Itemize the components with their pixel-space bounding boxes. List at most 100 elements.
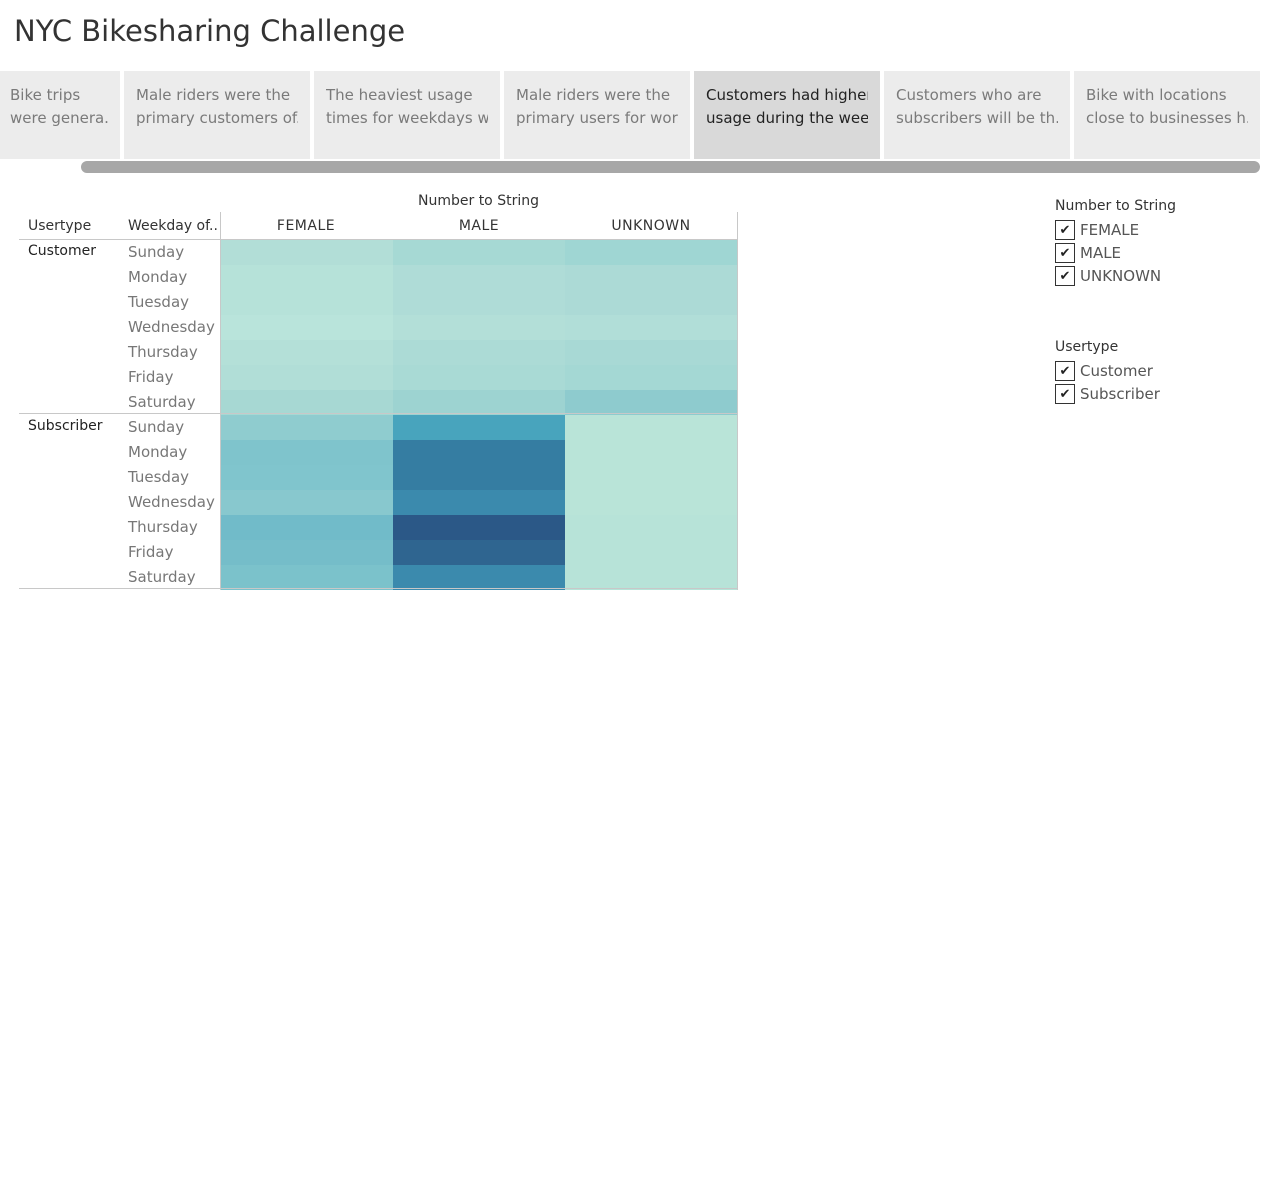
heatmap-cell-subscriber-tuesday-unknown[interactable] <box>565 465 737 490</box>
heatmap-cell-subscriber-monday-male[interactable] <box>393 440 565 465</box>
heatmap-cell-subscriber-thursday-unknown[interactable] <box>565 515 737 540</box>
heatmap-cell-subscriber-wednesday-female[interactable] <box>220 490 393 515</box>
filter-label: Customer <box>1080 362 1153 380</box>
heatmap-cell-subscriber-monday-unknown[interactable] <box>565 440 737 465</box>
column-field-title: Number to String <box>418 193 539 209</box>
weekday-label: Tuesday <box>128 468 190 486</box>
heatmap-cell-customer-tuesday-female[interactable] <box>220 290 393 315</box>
heatmap-cell-customer-monday-male[interactable] <box>393 265 565 290</box>
weekday-label: Sunday <box>128 418 185 436</box>
story-points-nav: Bike trips were genera.. Male riders wer… <box>0 71 1260 159</box>
weekday-label: Tuesday <box>128 293 190 311</box>
heatmap-cell-customer-saturday-female[interactable] <box>220 390 393 415</box>
heatmap-cell-subscriber-friday-male[interactable] <box>393 540 565 565</box>
weekday-label: Thursday <box>128 518 198 536</box>
heatmap-cell-subscriber-sunday-male[interactable] <box>393 415 565 440</box>
checkbox-checked-icon[interactable]: ✔ <box>1055 361 1075 381</box>
filter-item-customer[interactable]: ✔ Customer <box>1055 360 1153 382</box>
story-point-5-active[interactable]: Customers had higher usage during the we… <box>694 71 880 159</box>
story-point-text: Bike trips <box>10 86 81 104</box>
filter-label: UNKNOWN <box>1080 267 1162 285</box>
filter-title-gender: Number to String <box>1055 198 1176 214</box>
weekday-label: Sunday <box>128 243 185 261</box>
heatmap-cell-subscriber-tuesday-male[interactable] <box>393 465 565 490</box>
heatmap-cell-subscriber-sunday-female[interactable] <box>220 415 393 440</box>
story-scrollbar-thumb[interactable] <box>81 161 1260 173</box>
heatmap-cell-customer-wednesday-male[interactable] <box>393 315 565 340</box>
filter-item-subscriber[interactable]: ✔ Subscriber <box>1055 383 1160 405</box>
filter-item-unknown[interactable]: ✔ UNKNOWN <box>1055 265 1161 287</box>
header-divider <box>220 212 221 590</box>
checkbox-checked-icon[interactable]: ✔ <box>1055 384 1075 404</box>
story-point-text: Bike with locations <box>1086 86 1227 104</box>
checkbox-checked-icon[interactable]: ✔ <box>1055 266 1075 286</box>
story-point-4[interactable]: Male riders were the primary users for w… <box>504 71 690 159</box>
header-bottom-rule <box>19 239 738 240</box>
heatmap-cell-subscriber-thursday-female[interactable] <box>220 515 393 540</box>
row-group-subscriber[interactable]: Subscriber <box>28 418 103 434</box>
heatmap-cell-subscriber-friday-female[interactable] <box>220 540 393 565</box>
story-point-3[interactable]: The heaviest usage times for weekdays w.… <box>314 71 500 159</box>
heatmap-cell-subscriber-monday-female[interactable] <box>220 440 393 465</box>
heatmap-cell-customer-wednesday-unknown[interactable] <box>565 315 737 340</box>
heatmap-cell-subscriber-saturday-unknown[interactable] <box>565 565 737 590</box>
column-header-unknown[interactable]: UNKNOWN <box>565 218 737 234</box>
story-point-6[interactable]: Customers who are subscribers will be th… <box>884 71 1070 159</box>
filter-item-female[interactable]: ✔ FEMALE <box>1055 219 1139 241</box>
heatmap-cell-customer-thursday-unknown[interactable] <box>565 340 737 365</box>
column-header-male[interactable]: MALE <box>393 218 565 234</box>
story-point-text: close to businesses h.. <box>1086 109 1248 127</box>
heatmap-cell-customer-wednesday-female[interactable] <box>220 315 393 340</box>
story-point-7[interactable]: Bike with locations close to businesses … <box>1074 71 1260 159</box>
heatmap-cell-customer-tuesday-unknown[interactable] <box>565 290 737 315</box>
heatmap-cell-customer-saturday-unknown[interactable] <box>565 390 737 415</box>
weekday-label: Friday <box>128 543 174 561</box>
weekday-label: Monday <box>128 268 188 286</box>
heatmap-cell-customer-friday-unknown[interactable] <box>565 365 737 390</box>
story-point-text: Customers who are <box>896 86 1042 104</box>
heatmap-cell-subscriber-friday-unknown[interactable] <box>565 540 737 565</box>
page-title: NYC Bikesharing Challenge <box>14 14 406 48</box>
weekday-label: Thursday <box>128 343 198 361</box>
story-point-1[interactable]: Bike trips were genera.. <box>0 71 120 159</box>
heatmap-cell-customer-thursday-male[interactable] <box>393 340 565 365</box>
heatmap-cell-customer-monday-unknown[interactable] <box>565 265 737 290</box>
filter-label: MALE <box>1080 244 1122 262</box>
story-point-text: primary users for wor.. <box>516 109 678 127</box>
checkbox-checked-icon[interactable]: ✔ <box>1055 220 1075 240</box>
weekday-label: Saturday <box>128 568 196 586</box>
story-scrollbar[interactable] <box>81 161 1260 173</box>
story-point-text: times for weekdays w.. <box>326 109 488 127</box>
heatmap-cell-customer-monday-female[interactable] <box>220 265 393 290</box>
story-point-text: were genera.. <box>10 109 108 127</box>
weekday-label: Wednesday <box>128 493 215 511</box>
heatmap-cell-customer-thursday-female[interactable] <box>220 340 393 365</box>
heatmap-cell-customer-tuesday-male[interactable] <box>393 290 565 315</box>
story-point-text: subscribers will be th.. <box>896 109 1058 127</box>
heatmap-cell-customer-friday-female[interactable] <box>220 365 393 390</box>
story-point-text: Male riders were the <box>136 86 291 104</box>
heatmap-cell-subscriber-thursday-male[interactable] <box>393 515 565 540</box>
heatmap-cell-customer-saturday-male[interactable] <box>393 390 565 415</box>
weekday-label: Wednesday <box>128 318 215 336</box>
heatmap-cell-customer-sunday-unknown[interactable] <box>565 240 737 265</box>
heatmap-cell-subscriber-wednesday-unknown[interactable] <box>565 490 737 515</box>
heatmap-cell-subscriber-saturday-female[interactable] <box>220 565 393 590</box>
row-group-customer[interactable]: Customer <box>28 243 96 259</box>
story-point-text: usage during the wee.. <box>706 109 868 127</box>
heatmap-cell-subscriber-tuesday-female[interactable] <box>220 465 393 490</box>
heatmap-cell-subscriber-saturday-male[interactable] <box>393 565 565 590</box>
weekday-header[interactable]: Weekday of.. <box>128 218 218 234</box>
heatmap-cell-subscriber-wednesday-male[interactable] <box>393 490 565 515</box>
column-header-female[interactable]: FEMALE <box>220 218 392 234</box>
heatmap-cell-subscriber-sunday-unknown[interactable] <box>565 415 737 440</box>
filter-label: Subscriber <box>1080 385 1160 403</box>
filter-item-male[interactable]: ✔ MALE <box>1055 242 1121 264</box>
checkbox-checked-icon[interactable]: ✔ <box>1055 243 1075 263</box>
story-point-text: The heaviest usage <box>326 86 473 104</box>
heatmap-cell-customer-sunday-male[interactable] <box>393 240 565 265</box>
heatmap-cell-customer-friday-male[interactable] <box>393 365 565 390</box>
usertype-header[interactable]: Usertype <box>28 218 91 234</box>
story-point-2[interactable]: Male riders were the primary customers o… <box>124 71 310 159</box>
heatmap-cell-customer-sunday-female[interactable] <box>220 240 393 265</box>
